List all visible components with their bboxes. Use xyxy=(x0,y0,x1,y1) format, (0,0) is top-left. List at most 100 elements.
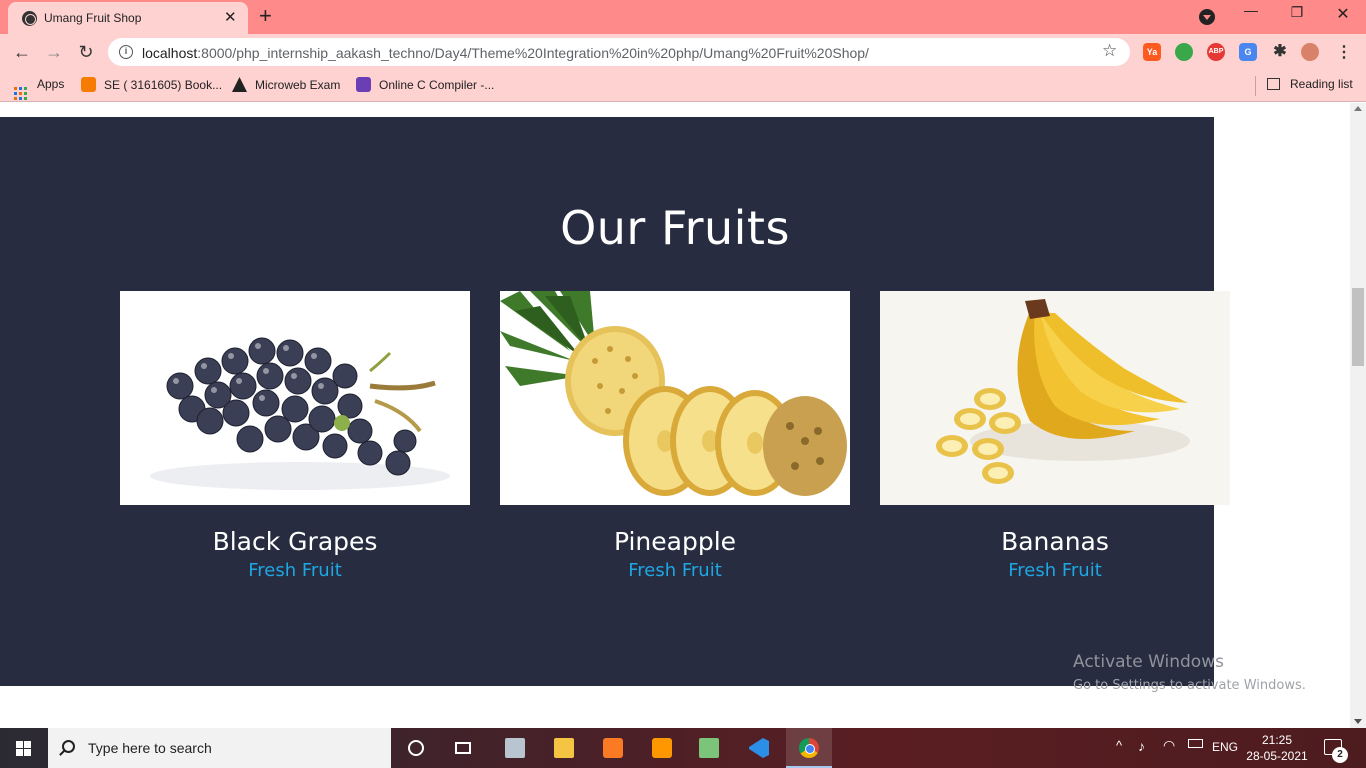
bananas-illustration xyxy=(880,291,1230,505)
bookmark-apps[interactable]: Apps xyxy=(14,77,64,100)
address-bar[interactable]: i localhost:8000/php_internship_aakash_t… xyxy=(108,38,1130,66)
browser-menu-icon[interactable]: ⋮ xyxy=(1336,42,1352,62)
chrome-icon xyxy=(799,738,819,758)
cortana-button[interactable] xyxy=(393,728,439,768)
reload-button[interactable]: ↻ xyxy=(75,41,97,63)
fruit-name: Bananas xyxy=(1001,527,1109,556)
bookmarks-divider xyxy=(1255,76,1256,96)
fruit-subtitle: Fresh Fruit xyxy=(628,560,722,581)
bookmark-label: Apps xyxy=(37,77,65,91)
taskbar-app-vscode[interactable] xyxy=(736,728,782,768)
bookmark-se-book[interactable]: SE ( 3161605) Book... xyxy=(81,77,222,92)
page-viewport: Our Fruits Black Grapes Fresh Fruit Pine… xyxy=(0,103,1350,728)
fruit-card: Pineapple Fresh Fruit xyxy=(500,291,850,581)
ya-extension-icon[interactable]: Ya xyxy=(1143,43,1161,61)
browser-toolbar: ← → ↻ i localhost:8000/php_internship_aa… xyxy=(0,34,1366,70)
notification-count-badge: 2 xyxy=(1332,747,1348,763)
notepad-icon xyxy=(699,738,719,758)
taskbar-app-xampp[interactable] xyxy=(590,728,636,768)
watermark-title: Activate Windows xyxy=(1073,652,1224,672)
green-globe-extension-icon[interactable] xyxy=(1175,43,1193,61)
apps-grid-icon xyxy=(14,87,27,100)
close-window-button[interactable]: ✕ xyxy=(1328,4,1358,24)
maximize-button[interactable]: ❐ xyxy=(1282,4,1312,21)
angular-icon xyxy=(232,77,247,92)
bookmark-star-icon[interactable]: ☆ xyxy=(1102,41,1117,61)
reading-list-label: Reading list xyxy=(1290,77,1353,91)
url-text[interactable]: localhost:8000/php_internship_aakash_tec… xyxy=(142,45,869,61)
pineapple-illustration xyxy=(500,291,847,496)
reading-list-button[interactable]: Reading list xyxy=(1267,77,1353,91)
section-title: Our Fruits xyxy=(560,201,790,255)
taskbar-app-explorer[interactable] xyxy=(492,728,538,768)
show-hidden-icons-chevron-icon[interactable]: ^ xyxy=(1116,738,1122,753)
taskbar-search-box[interactable]: Type here to search xyxy=(48,728,391,768)
fruit-subtitle: Fresh Fruit xyxy=(248,560,342,581)
bookmark-label: Microweb Exam xyxy=(255,78,341,92)
scroll-down-arrow-icon[interactable] xyxy=(1354,719,1362,724)
start-button[interactable] xyxy=(0,728,48,768)
page-scrollbar[interactable] xyxy=(1350,103,1366,728)
fruit-card: Black Grapes Fresh Fruit xyxy=(120,291,470,581)
extensions-puzzle-icon[interactable]: ✱ xyxy=(1271,43,1289,61)
fruit-name: Black Grapes xyxy=(212,527,378,556)
network-icon[interactable]: ◠ xyxy=(1163,737,1175,754)
explorer-app-icon xyxy=(505,738,525,758)
profile-avatar-icon[interactable] xyxy=(1301,43,1319,61)
windows-logo-icon xyxy=(16,741,31,756)
new-tab-button[interactable]: + xyxy=(259,5,272,27)
search-icon xyxy=(62,740,75,753)
grapes-illustration xyxy=(150,337,450,490)
bookmark-label: Online C Compiler -... xyxy=(379,78,495,92)
task-view-icon xyxy=(455,742,471,754)
url-path: :8000/php_internship_aakash_techno/Day4/… xyxy=(197,45,869,61)
taskbar-app-file-explorer[interactable] xyxy=(541,728,587,768)
grapes-image xyxy=(120,291,470,505)
google-translate-icon[interactable]: G xyxy=(1239,43,1257,61)
scrollbar-thumb[interactable] xyxy=(1352,288,1364,366)
task-view-button[interactable] xyxy=(440,728,486,768)
taskbar-app-notepad[interactable] xyxy=(686,728,732,768)
fruit-card: Bananas Fresh Fruit xyxy=(880,291,1230,581)
tab-umang-fruit-shop[interactable]: Umang Fruit Shop ✕ xyxy=(8,2,248,34)
volume-icon[interactable]: ♪ xyxy=(1138,738,1145,754)
activate-windows-watermark: Activate Windows Go to Settings to activ… xyxy=(1073,652,1306,693)
cortana-icon xyxy=(408,740,424,756)
bookmarks-bar: Apps SE ( 3161605) Book... Microweb Exam… xyxy=(0,70,1366,102)
site-info-icon[interactable]: i xyxy=(119,45,133,59)
tab-close-icon[interactable]: ✕ xyxy=(224,9,237,27)
browser-tab-bar: Umang Fruit Shop ✕ + — ❐ ✕ xyxy=(0,0,1366,34)
sublime-text-icon xyxy=(652,738,672,758)
tab-search-icon[interactable] xyxy=(1199,9,1215,25)
windows-taskbar: Type here to search ^ ♪ ◠ ENG 21:25 28-0… xyxy=(0,728,1366,768)
fruit-name: Pineapple xyxy=(613,527,737,556)
bookmark-online-c-compiler[interactable]: Online C Compiler -... xyxy=(356,77,494,92)
system-clock[interactable]: 21:25 28-05-2021 xyxy=(1246,732,1308,764)
adblock-plus-icon[interactable]: ABP xyxy=(1207,43,1225,61)
bananas-image xyxy=(880,291,1230,505)
reading-list-icon xyxy=(1267,78,1280,90)
bookmark-label: SE ( 3161605) Book... xyxy=(104,78,223,92)
search-placeholder: Type here to search xyxy=(88,740,212,756)
bookmark-microweb-exam[interactable]: Microweb Exam xyxy=(232,77,340,92)
pineapple-image xyxy=(500,291,850,505)
globe-icon xyxy=(22,11,37,26)
back-button[interactable]: ← xyxy=(11,41,33,63)
compiler-icon xyxy=(356,77,371,92)
watermark-subtitle: Go to Settings to activate Windows. xyxy=(1073,678,1306,693)
file-explorer-icon xyxy=(554,738,574,758)
language-indicator[interactable]: ENG xyxy=(1212,740,1238,754)
taskbar-app-chrome[interactable] xyxy=(786,728,832,768)
xampp-icon xyxy=(603,738,623,758)
clock-time: 21:25 xyxy=(1261,733,1293,747)
taskbar-app-sublime[interactable] xyxy=(639,728,685,768)
minimize-button[interactable]: — xyxy=(1236,2,1266,18)
clock-date: 28-05-2021 xyxy=(1246,749,1308,763)
fruit-subtitle: Fresh Fruit xyxy=(1008,560,1102,581)
vscode-icon xyxy=(749,738,769,758)
tab-title: Umang Fruit Shop xyxy=(44,11,142,25)
url-host: localhost xyxy=(142,45,198,61)
forward-button[interactable]: → xyxy=(43,41,65,63)
scroll-up-arrow-icon[interactable] xyxy=(1354,106,1362,111)
battery-icon[interactable] xyxy=(1188,739,1203,748)
